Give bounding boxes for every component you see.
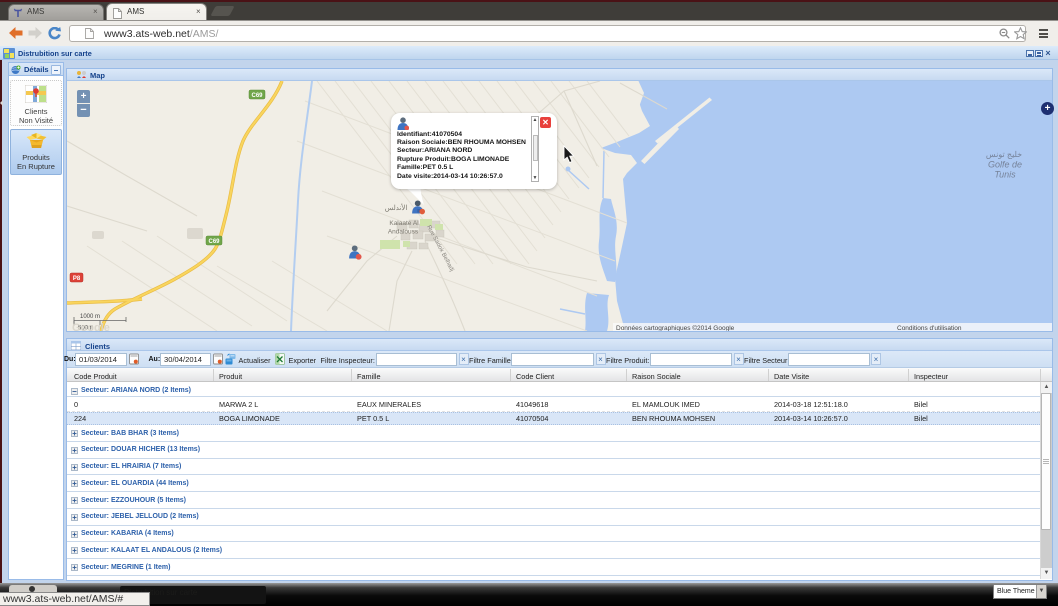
svg-text:Conditions d'utilisation: Conditions d'utilisation	[897, 325, 962, 331]
svg-text:Google: Google	[72, 322, 110, 331]
svg-text:خليج تونس: خليج تونس	[986, 150, 1022, 159]
svg-text:Andalouss: Andalouss	[388, 229, 419, 236]
svg-text:Golfe de: Golfe de	[988, 160, 1022, 170]
svg-text:Kalaate Al: Kalaate Al	[389, 220, 419, 227]
svg-text:Tunis: Tunis	[994, 170, 1016, 180]
svg-text:1000 m: 1000 m	[80, 314, 100, 320]
svg-text:C69: C69	[251, 93, 263, 99]
svg-text:P8: P8	[73, 276, 81, 282]
svg-text:C69: C69	[208, 239, 220, 245]
svg-text:Données cartographiques ©2014: Données cartographiques ©2014 Google	[616, 324, 735, 331]
